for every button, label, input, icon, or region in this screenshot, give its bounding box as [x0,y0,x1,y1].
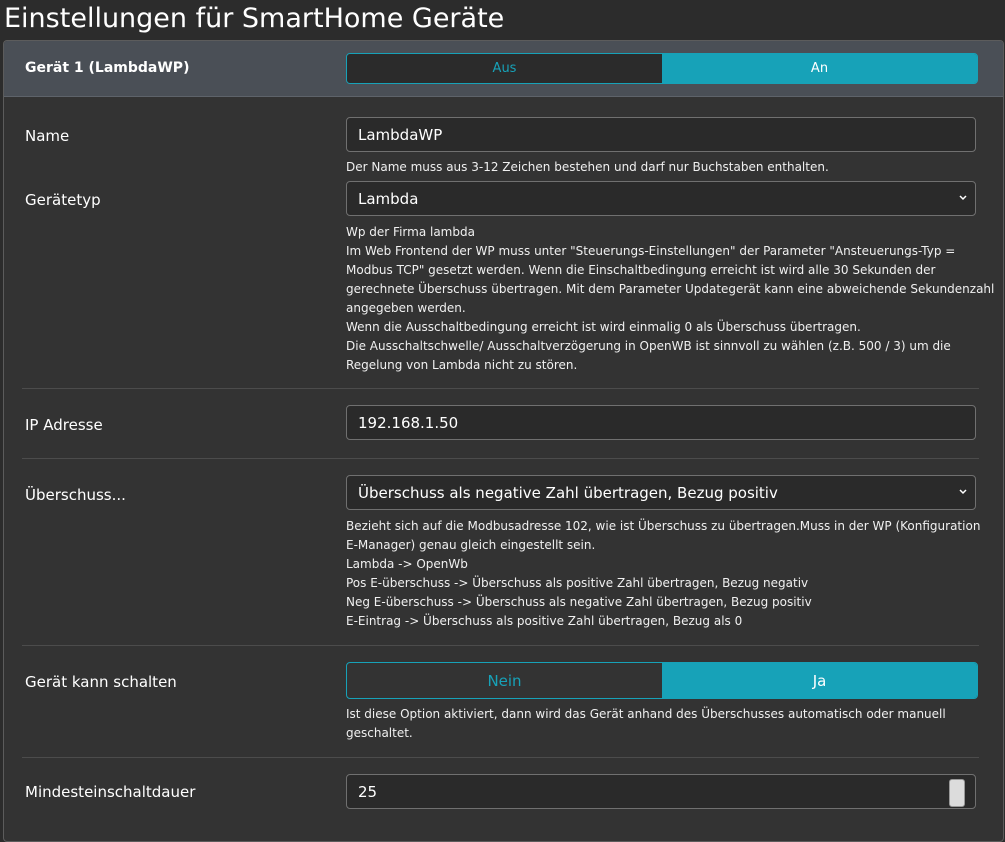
min-on-value: 25 [358,782,378,801]
chevron-down-icon [959,489,967,495]
surplus-select[interactable]: Überschuss als negative Zahl übertragen,… [346,475,976,510]
device-on-button[interactable]: An [662,54,977,83]
divider [22,645,979,646]
min-on-label: Mindesteinschaltdauer [25,783,196,801]
help-line: Lambda -> OpenWb [346,557,468,571]
surplus-value: Überschuss als negative Zahl übertragen,… [358,483,778,502]
can-switch-toggle: Nein Ja [346,662,978,699]
help-line: Pos E-überschuss -> Überschuss als posit… [346,576,809,590]
can-switch-yes-button[interactable]: Ja [662,663,977,698]
device-card: Gerät 1 (LambdaWP) Aus An Name LambdaWP … [3,40,1004,842]
can-switch-no-button[interactable]: Nein [347,663,662,698]
can-switch-label: Gerät kann schalten [25,673,177,691]
ip-label: IP Adresse [25,416,103,434]
divider [22,458,979,459]
number-spinner[interactable] [949,779,965,807]
help-line: geschaltet. [346,726,413,740]
device-off-button[interactable]: Aus [347,54,662,83]
device-card-header: Gerät 1 (LambdaWP) Aus An [4,41,1003,97]
name-label: Name [25,127,70,145]
help-line: Modbus TCP" gesetzt werden. Wenn die Ein… [346,263,936,277]
help-line: Neg E-überschuss -> Überschuss als negat… [346,595,812,609]
device-enable-toggle: Aus An [346,53,978,84]
device-type-label: Gerätetyp [25,191,101,209]
help-line: E-Manager) genau gleich eingestellt sein… [346,538,596,552]
chevron-down-icon [959,195,967,201]
surplus-help: Bezieht sich auf die Modbusadresse 102, … [346,517,986,631]
help-line: Die Ausschaltschwelle/ Ausschaltverzöger… [346,339,951,353]
min-on-input[interactable]: 25 [346,774,976,809]
ip-input[interactable]: 192.168.1.50 [346,405,976,440]
help-line: E-Eintrag -> Überschuss als positive Zah… [346,614,743,628]
help-line: Wenn die Ausschaltbedingung erreicht ist… [346,320,861,334]
name-input[interactable]: LambdaWP [346,117,976,152]
page-title: Einstellungen für SmartHome Geräte [4,3,505,34]
help-line: Ist diese Option aktiviert, dann wird da… [346,707,946,721]
help-line: Wp der Firma lambda [346,225,475,239]
surplus-label: Überschuss... [25,486,126,504]
device-title: Gerät 1 (LambdaWP) [25,60,190,76]
help-line: Im Web Frontend der WP muss unter "Steue… [346,244,956,258]
help-line: angegeben werden. [346,301,466,315]
device-type-value: Lambda [358,189,419,208]
divider [22,757,979,758]
name-help-text: Der Name muss aus 3-12 Zeichen bestehen … [346,160,829,174]
help-line: Bezieht sich auf die Modbusadresse 102, … [346,519,981,533]
help-line: Regelung von Lambda nicht zu stören. [346,358,578,372]
name-help: Der Name muss aus 3-12 Zeichen bestehen … [346,158,986,177]
divider [22,388,979,389]
device-type-help: Wp der Firma lambda Im Web Frontend der … [346,223,995,375]
help-line: gerechnete Überschuss übertragen. Mit de… [346,282,995,296]
can-switch-help: Ist diese Option aktiviert, dann wird da… [346,705,986,743]
device-type-select[interactable]: Lambda [346,181,976,216]
